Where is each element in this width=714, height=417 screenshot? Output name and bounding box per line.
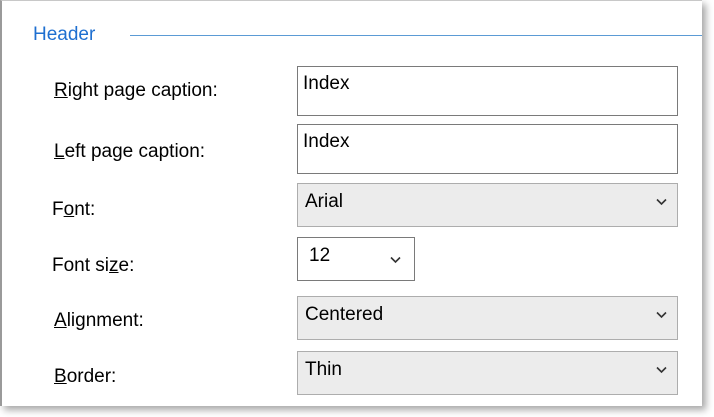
font-size-dropdown-value: 12 bbox=[309, 245, 331, 266]
left-page-caption-input[interactable]: Index bbox=[297, 124, 678, 174]
alignment-dropdown[interactable]: Centered bbox=[297, 296, 678, 340]
group-title: Header bbox=[33, 24, 96, 45]
alignment-dropdown-value: Centered bbox=[305, 304, 384, 325]
left-page-caption-label: Left page caption: bbox=[54, 141, 206, 162]
font-size-label: Font size: bbox=[52, 255, 135, 276]
chevron-down-icon bbox=[656, 366, 667, 374]
font-dropdown-value: Arial bbox=[305, 191, 344, 212]
chevron-down-icon bbox=[656, 198, 667, 206]
font-dropdown[interactable]: Arial bbox=[297, 183, 678, 227]
border-dropdown[interactable]: Thin bbox=[297, 351, 678, 395]
right-page-caption-label: Right page caption: bbox=[54, 80, 218, 101]
chevron-down-icon bbox=[656, 311, 667, 319]
chevron-down-icon bbox=[390, 256, 401, 264]
header-settings-panel: Header Right page caption: Index Left pa… bbox=[0, 0, 702, 406]
border-dropdown-value: Thin bbox=[305, 359, 342, 380]
font-label: Font: bbox=[52, 199, 96, 220]
border-label: Border: bbox=[54, 366, 117, 387]
right-page-caption-input[interactable]: Index bbox=[297, 66, 678, 116]
alignment-label: Alignment: bbox=[54, 310, 144, 331]
group-divider bbox=[130, 35, 702, 36]
font-size-dropdown[interactable]: 12 bbox=[297, 237, 415, 281]
